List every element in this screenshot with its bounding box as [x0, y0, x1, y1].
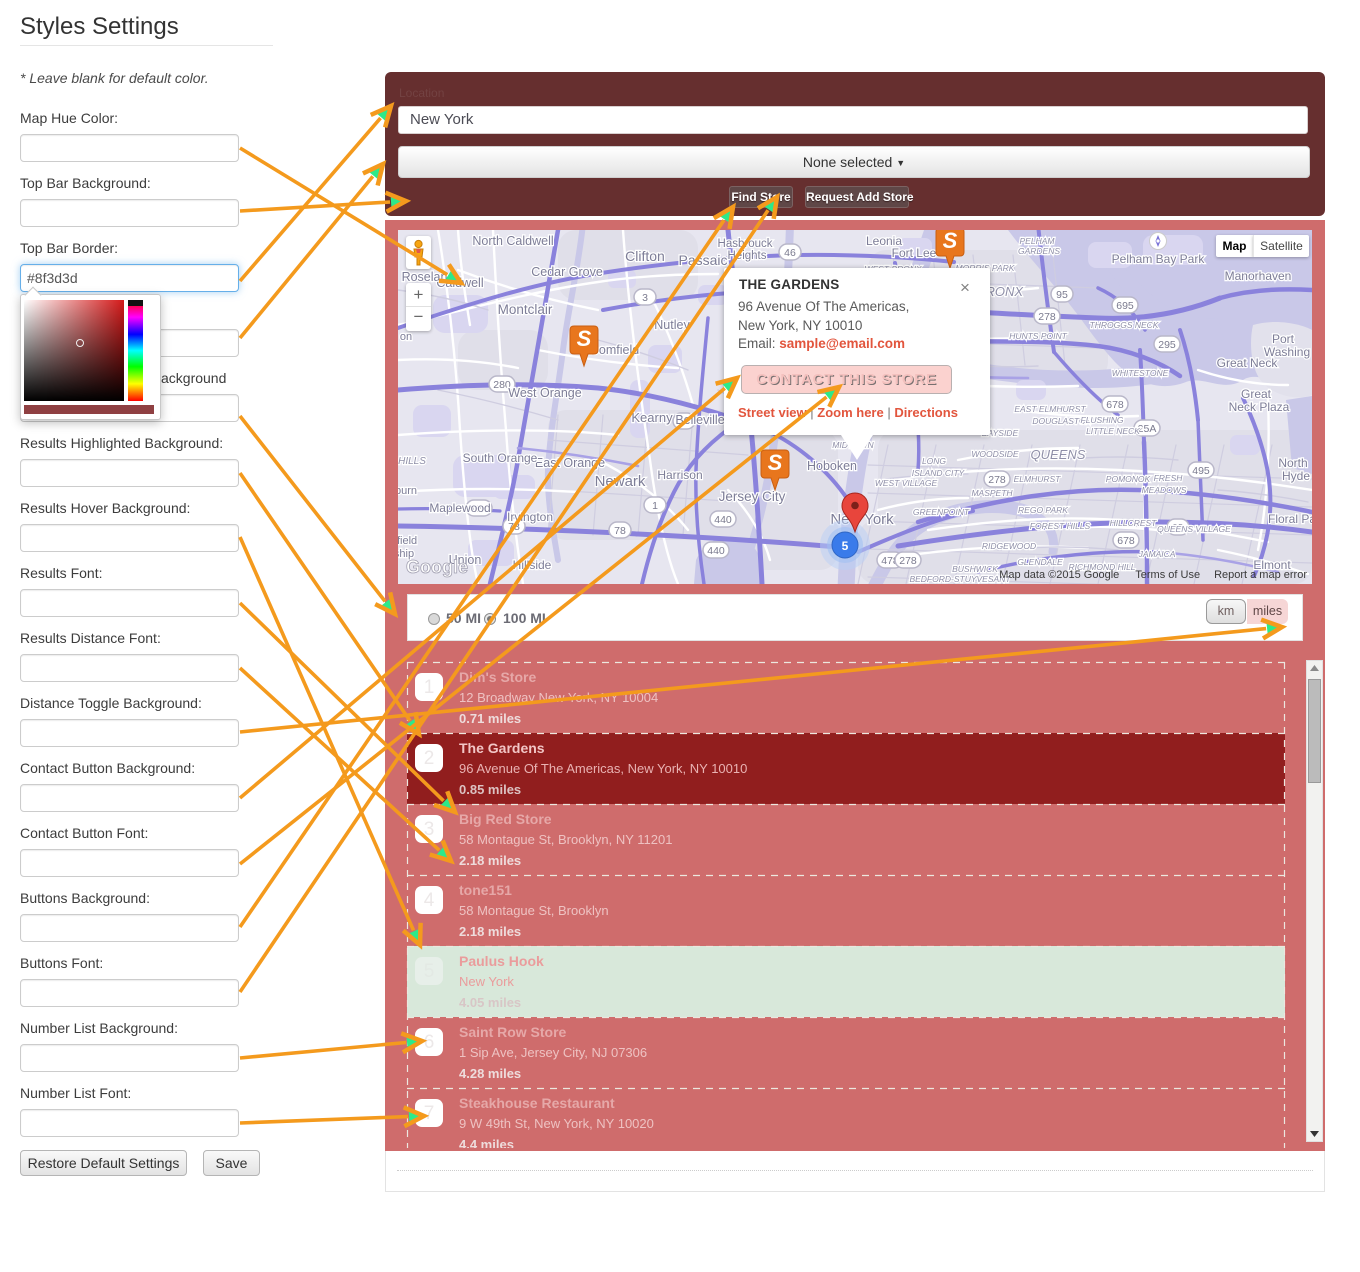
svg-text:5: 5	[842, 539, 849, 553]
svg-text:S: S	[943, 230, 958, 253]
svg-text:S: S	[768, 450, 783, 475]
svg-text:S: S	[577, 326, 592, 351]
svg-text:Google: Google	[406, 557, 468, 577]
